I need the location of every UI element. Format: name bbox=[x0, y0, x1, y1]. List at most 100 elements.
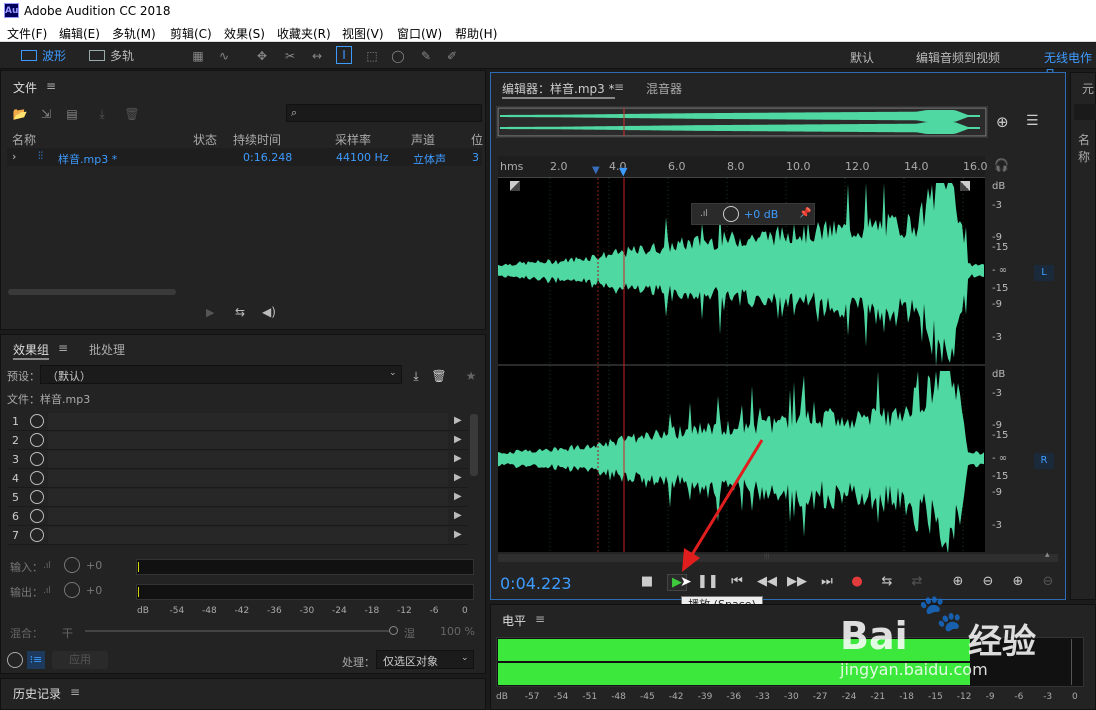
effect-slot[interactable]: 5 ▶ bbox=[8, 489, 468, 507]
zoom-in-time-icon[interactable]: ⊕ bbox=[1008, 574, 1028, 589]
preset-select[interactable]: （默认） ⌄ bbox=[40, 365, 402, 384]
power-icon[interactable] bbox=[30, 528, 44, 542]
effect-slot[interactable]: 2 ▶ bbox=[8, 432, 468, 450]
process-select[interactable]: 仅选区对象 ⌄ bbox=[376, 650, 474, 669]
workspace-default[interactable]: 默认 bbox=[850, 49, 874, 66]
mix-slider[interactable] bbox=[85, 626, 398, 635]
power-icon[interactable] bbox=[30, 471, 44, 485]
loop-playback-button[interactable]: ⇆ bbox=[877, 574, 897, 589]
autoplay-icon[interactable]: ◀) bbox=[262, 305, 276, 319]
list-icon[interactable]: ⁝≡ bbox=[27, 651, 45, 669]
effects-scrollbar[interactable] bbox=[470, 414, 478, 476]
save-preset-icon[interactable]: ⤓ bbox=[408, 369, 424, 383]
zoom-out-time-icon[interactable]: ⊖ bbox=[1038, 574, 1058, 589]
menu-window[interactable]: 窗口(W) bbox=[397, 25, 442, 42]
loop-preview-icon[interactable]: ⇆ bbox=[235, 305, 245, 319]
skip-selection-button[interactable]: ⇄ bbox=[907, 574, 927, 589]
effect-slot[interactable]: 6 ▶ bbox=[8, 508, 468, 526]
lasso-tool-icon[interactable]: ◯ bbox=[390, 49, 406, 63]
pin-icon[interactable]: 📌 bbox=[799, 208, 811, 219]
menu-file[interactable]: 文件(F) bbox=[7, 25, 47, 42]
spectral-display-icon[interactable]: ▦ bbox=[190, 49, 206, 63]
menu-favorites[interactable]: 收藏夹(R) bbox=[277, 25, 331, 42]
panel-menu-icon[interactable]: ≡ bbox=[535, 612, 545, 626]
zoom-in-amplitude-icon[interactable]: ⊕ bbox=[948, 574, 968, 589]
expand-chevron-icon[interactable]: › bbox=[12, 150, 16, 163]
new-file-icon[interactable]: ▤ bbox=[64, 107, 80, 121]
effect-slot[interactable]: 1 ▶ bbox=[8, 413, 468, 431]
panel-menu-icon[interactable]: ≡ bbox=[58, 341, 68, 355]
tab-effects-rack[interactable]: 效果组 bbox=[13, 341, 50, 360]
col-sample-rate[interactable]: 采样率 bbox=[335, 131, 371, 148]
import-file-icon[interactable]: ⇲ bbox=[38, 107, 54, 121]
overview-bar[interactable] bbox=[496, 106, 988, 138]
fast-forward-button[interactable]: ▶▶ bbox=[787, 574, 807, 589]
channel-right-button[interactable]: R bbox=[1034, 453, 1054, 469]
hud-volume-control[interactable]: .ıl +0 dB 📌 bbox=[691, 203, 815, 225]
menu-help[interactable]: 帮助(H) bbox=[455, 25, 497, 42]
arrow-right-icon[interactable]: ▶ bbox=[454, 529, 462, 540]
apply-button[interactable]: 应用 bbox=[52, 651, 108, 669]
master-power-icon[interactable] bbox=[7, 652, 23, 668]
files-scrollbar[interactable] bbox=[8, 289, 176, 295]
menu-edit[interactable]: 编辑(E) bbox=[59, 25, 100, 42]
col-name[interactable]: 名称 bbox=[12, 131, 36, 148]
mixer-tab[interactable]: 混音器 bbox=[646, 80, 682, 97]
pitch-display-icon[interactable]: ∿ bbox=[216, 49, 232, 63]
selection-start-marker[interactable]: ▼ bbox=[592, 165, 600, 176]
brush-tool-icon[interactable]: ✎ bbox=[418, 49, 434, 63]
panel-menu-icon[interactable]: ≡ bbox=[46, 79, 56, 93]
spot-healing-tool-icon[interactable]: ✐ bbox=[444, 49, 460, 63]
tab-batch[interactable]: 批处理 bbox=[89, 341, 125, 358]
effect-slot[interactable]: 3 ▶ bbox=[8, 451, 468, 469]
power-icon[interactable] bbox=[30, 490, 44, 504]
effect-slot[interactable]: 4 ▶ bbox=[8, 470, 468, 488]
menu-effects[interactable]: 效果(S) bbox=[224, 25, 265, 42]
col-bit[interactable]: 位 bbox=[471, 131, 483, 148]
properties-search[interactable] bbox=[1074, 104, 1096, 120]
col-duration[interactable]: 持续时间 bbox=[233, 131, 281, 148]
arrow-right-icon[interactable]: ▶ bbox=[454, 434, 462, 445]
move-tool-icon[interactable]: ✥ bbox=[254, 49, 270, 63]
razor-tool-icon[interactable]: ✂ bbox=[282, 49, 298, 63]
effect-slot[interactable]: 7 ▶ bbox=[8, 527, 468, 545]
menu-multitrack[interactable]: 多轨(M) bbox=[112, 25, 156, 42]
workspace-edit-audio-to-video[interactable]: 编辑音频到视频 bbox=[916, 49, 1000, 66]
power-icon[interactable] bbox=[30, 433, 44, 447]
fade-out-handle-icon[interactable] bbox=[960, 181, 970, 191]
power-icon[interactable] bbox=[30, 452, 44, 466]
arrow-right-icon[interactable]: ▶ bbox=[454, 453, 462, 464]
arrow-right-icon[interactable]: ▶ bbox=[454, 510, 462, 521]
delete-preset-icon[interactable]: 🗑 bbox=[431, 369, 447, 383]
marquee-tool-icon[interactable]: ⬚ bbox=[364, 49, 380, 63]
panel-options-icon[interactable]: ☰ bbox=[1026, 113, 1039, 129]
menu-view[interactable]: 视图(V) bbox=[342, 25, 384, 42]
channel-left-button[interactable]: L bbox=[1034, 265, 1054, 281]
col-channels[interactable]: 声道 bbox=[411, 131, 435, 148]
headphones-icon[interactable]: 🎧 bbox=[994, 158, 1009, 172]
insert-icon[interactable]: ⤓ bbox=[94, 107, 110, 121]
skip-to-end-button[interactable]: ⏭ bbox=[817, 574, 837, 589]
power-icon[interactable] bbox=[30, 414, 44, 428]
menu-clip[interactable]: 剪辑(C) bbox=[170, 25, 212, 42]
panel-menu-icon[interactable]: ≡ bbox=[70, 685, 80, 699]
volume-knob[interactable] bbox=[723, 206, 739, 222]
arrow-right-icon[interactable]: ▶ bbox=[454, 415, 462, 426]
stop-button[interactable]: ■ bbox=[637, 574, 657, 589]
arrow-right-icon[interactable]: ▶ bbox=[454, 491, 462, 502]
editor-tab[interactable]: 编辑器：样音.mp3 * bbox=[502, 80, 615, 99]
timecode-display[interactable]: 0:04.223 bbox=[500, 574, 572, 593]
record-button[interactable]: ● bbox=[847, 574, 867, 589]
waveform-mode-button[interactable]: 波形 bbox=[16, 46, 66, 66]
files-search-input[interactable]: ⌕ bbox=[286, 104, 482, 122]
delete-icon[interactable]: 🗑 bbox=[124, 107, 140, 121]
zoom-out-amplitude-icon[interactable]: ⊖ bbox=[978, 574, 998, 589]
play-preview-icon[interactable]: ▶ bbox=[206, 306, 214, 319]
slip-tool-icon[interactable]: ↔ bbox=[309, 49, 325, 63]
playhead-marker[interactable]: ▼ bbox=[619, 165, 627, 178]
col-status[interactable]: 状态 bbox=[193, 131, 217, 148]
input-gain-knob[interactable] bbox=[64, 557, 80, 573]
mix-slider-thumb[interactable] bbox=[389, 626, 398, 635]
open-file-icon[interactable]: 📂 bbox=[12, 107, 28, 121]
multitrack-mode-button[interactable]: 多轨 bbox=[84, 46, 134, 66]
